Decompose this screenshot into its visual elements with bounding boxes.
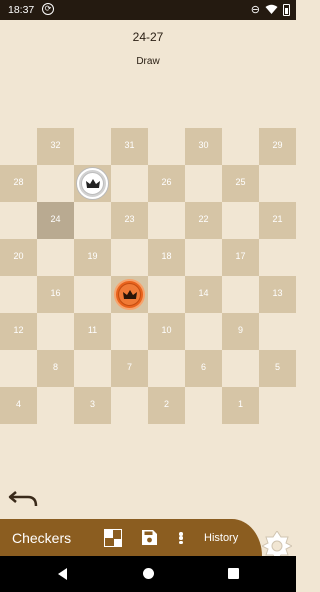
board-square-21[interactable]: 21 [259, 202, 296, 239]
board-square-2[interactable]: 2 [148, 387, 185, 424]
board-square-19[interactable]: 19 [74, 239, 111, 276]
board-square-25[interactable]: 25 [222, 165, 259, 202]
undo-icon[interactable] [8, 486, 40, 510]
square-number: 24 [50, 214, 61, 224]
nav-home-icon[interactable] [143, 568, 154, 579]
board-square-16[interactable]: 16 [37, 276, 74, 313]
square-number: 17 [235, 251, 246, 261]
board-square-13[interactable]: 13 [259, 276, 296, 313]
status-time: 18:37 [8, 4, 35, 16]
square-number: 8 [52, 362, 58, 372]
status-icons: ⊖ [251, 3, 290, 16]
board-square-11[interactable]: 11 [74, 313, 111, 350]
square-number: 5 [274, 362, 280, 372]
board-square-22[interactable]: 22 [185, 202, 222, 239]
crown-icon [118, 283, 141, 306]
app-title: Checkers [12, 530, 72, 546]
square-number: 3 [89, 399, 95, 409]
square-number: 32 [50, 140, 61, 150]
last-move-text: 24-27 [132, 30, 164, 44]
board-square-32[interactable]: 32 [37, 128, 74, 165]
square-number: 9 [237, 325, 243, 335]
board-square-31[interactable]: 31 [111, 128, 148, 165]
board-square-24[interactable]: 24 [37, 202, 74, 239]
square-number: 20 [13, 251, 24, 261]
board-square-4[interactable]: 4 [0, 387, 37, 424]
square-number: 1 [237, 399, 243, 409]
square-number: 13 [272, 288, 283, 298]
square-number: 12 [13, 325, 24, 335]
square-number: 23 [124, 214, 135, 224]
nav-back-icon[interactable] [58, 568, 67, 580]
square-number: 25 [235, 177, 246, 187]
board-square-10[interactable]: 10 [148, 313, 185, 350]
board-square-7[interactable]: 7 [111, 350, 148, 387]
sync-icon: ⟳ [42, 3, 54, 15]
square-number: 31 [124, 140, 135, 150]
square-number: 7 [126, 362, 132, 372]
square-number: 11 [87, 325, 98, 335]
square-number: 14 [198, 288, 209, 298]
more-vert-icon[interactable] [176, 529, 186, 547]
square-number: 26 [161, 177, 172, 187]
square-number: 10 [161, 325, 172, 335]
board-square-30[interactable]: 30 [185, 128, 222, 165]
board-flip-icon[interactable] [104, 529, 122, 547]
board-square-5[interactable]: 5 [259, 350, 296, 387]
board-square-17[interactable]: 17 [222, 239, 259, 276]
board-square-8[interactable]: 8 [37, 350, 74, 387]
board-square-9[interactable]: 9 [222, 313, 259, 350]
game-result-text: Draw [136, 56, 160, 67]
bottom-app-bar: Checkers History [0, 519, 296, 561]
board-square-29[interactable]: 29 [259, 128, 296, 165]
board-square-12[interactable]: 12 [0, 313, 37, 350]
orange-king-piece[interactable] [114, 279, 145, 310]
nav-recent-icon[interactable] [228, 568, 239, 579]
save-icon[interactable] [142, 530, 157, 545]
crown-icon [81, 172, 104, 195]
square-number: 30 [198, 140, 209, 150]
square-number: 16 [50, 288, 61, 298]
square-number: 28 [13, 177, 24, 187]
white-king-piece[interactable] [77, 168, 108, 199]
do-not-disturb-icon: ⊖ [250, 4, 260, 16]
square-number: 4 [15, 399, 21, 409]
history-button[interactable]: History [204, 532, 238, 544]
battery-icon [283, 3, 290, 16]
square-number: 29 [272, 140, 283, 150]
board-square-3[interactable]: 3 [74, 387, 111, 424]
board-square-26[interactable]: 26 [148, 165, 185, 202]
square-number: 6 [200, 362, 206, 372]
square-number: 22 [198, 214, 209, 224]
board-square-6[interactable]: 6 [185, 350, 222, 387]
board-square-14[interactable]: 14 [185, 276, 222, 313]
board-square-23[interactable]: 23 [111, 202, 148, 239]
checkers-board[interactable]: 3231302928272625242322212019181716151413… [0, 128, 296, 424]
board-square-20[interactable]: 20 [0, 239, 37, 276]
system-nav-bar [0, 556, 296, 592]
wifi-icon [265, 4, 278, 14]
square-number: 2 [163, 399, 169, 409]
board-square-18[interactable]: 18 [148, 239, 185, 276]
status-bar: 18:37 ⟳ ⊖ [0, 0, 296, 20]
board-square-28[interactable]: 28 [0, 165, 37, 202]
square-number: 18 [161, 251, 172, 261]
board-square-1[interactable]: 1 [222, 387, 259, 424]
square-number: 19 [87, 251, 98, 261]
square-number: 21 [272, 214, 283, 224]
